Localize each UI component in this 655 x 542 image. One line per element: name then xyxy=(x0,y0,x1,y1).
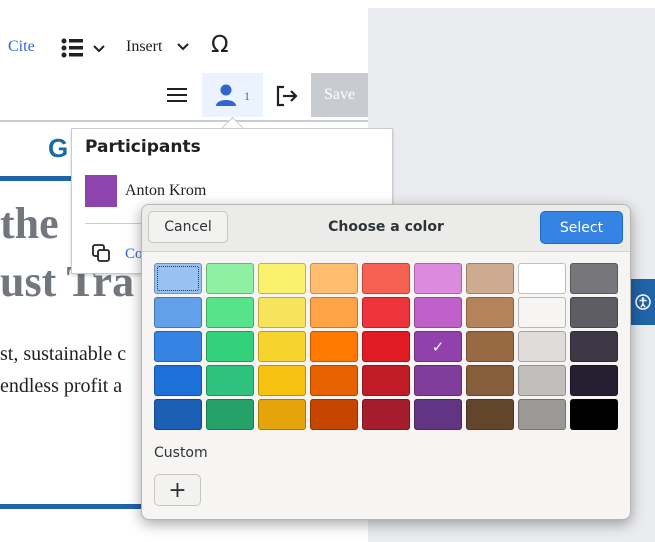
color-swatch[interactable] xyxy=(258,331,306,362)
accessibility-icon xyxy=(635,294,651,310)
select-button[interactable]: Select xyxy=(540,211,623,244)
color-swatch[interactable] xyxy=(362,365,410,396)
color-swatch[interactable] xyxy=(258,263,306,294)
color-swatch[interactable] xyxy=(518,399,566,430)
color-swatch[interactable] xyxy=(154,297,202,328)
exit-editor-icon[interactable] xyxy=(275,84,299,108)
color-swatch[interactable] xyxy=(310,297,358,328)
custom-colors-label: Custom xyxy=(154,445,208,461)
bulleted-list-icon xyxy=(61,38,105,58)
add-custom-color-button[interactable]: + xyxy=(154,474,201,506)
color-swatch[interactable] xyxy=(258,399,306,430)
color-swatch[interactable] xyxy=(310,263,358,294)
color-swatch[interactable] xyxy=(466,365,514,396)
toolbar-divider xyxy=(0,120,368,122)
article-accent-bar-bottom xyxy=(0,504,160,509)
color-swatch[interactable] xyxy=(570,297,618,328)
accessibility-button[interactable] xyxy=(631,279,655,325)
participant-name: Anton Krom xyxy=(125,182,207,199)
color-swatch[interactable] xyxy=(206,263,254,294)
color-swatch[interactable] xyxy=(466,399,514,430)
color-swatch[interactable] xyxy=(310,399,358,430)
color-swatch[interactable] xyxy=(258,297,306,328)
color-chooser-dialog: Cancel Choose a color Select ✓ Custom + xyxy=(141,204,631,520)
color-swatch[interactable] xyxy=(154,331,202,362)
insert-menu-button[interactable]: Insert xyxy=(126,38,162,56)
article-paragraph-line-2: endless profit a xyxy=(0,375,123,397)
color-swatch[interactable] xyxy=(570,331,618,362)
color-swatch[interactable] xyxy=(570,399,618,430)
site-logo-letter: G xyxy=(48,133,69,163)
chevron-down-icon xyxy=(177,43,189,51)
special-character-button[interactable]: Ω xyxy=(211,32,229,58)
color-swatch[interactable] xyxy=(414,263,462,294)
color-swatch[interactable] xyxy=(258,365,306,396)
article-heading-line-1: the xyxy=(0,199,59,248)
color-swatch[interactable] xyxy=(466,297,514,328)
cite-button[interactable]: Cite xyxy=(8,38,35,56)
participant-color-swatch[interactable] xyxy=(85,175,117,207)
color-swatch[interactable] xyxy=(206,297,254,328)
hamburger-menu-icon[interactable] xyxy=(165,85,189,105)
copy-icon[interactable] xyxy=(91,243,111,263)
color-swatch[interactable] xyxy=(518,331,566,362)
color-swatch[interactable] xyxy=(414,297,462,328)
color-swatch[interactable] xyxy=(518,365,566,396)
color-swatch[interactable] xyxy=(362,263,410,294)
color-swatch[interactable] xyxy=(466,263,514,294)
color-swatch[interactable] xyxy=(154,399,202,430)
color-swatch[interactable] xyxy=(362,399,410,430)
user-icon xyxy=(216,84,236,106)
color-swatch[interactable] xyxy=(206,399,254,430)
participants-title: Participants xyxy=(85,137,201,157)
color-swatch[interactable] xyxy=(518,263,566,294)
color-swatch[interactable] xyxy=(466,331,514,362)
color-swatch[interactable] xyxy=(414,399,462,430)
color-swatch[interactable] xyxy=(570,365,618,396)
color-swatch[interactable] xyxy=(154,365,202,396)
color-swatch[interactable] xyxy=(206,365,254,396)
participants-count: 1 xyxy=(244,89,250,103)
color-swatch[interactable] xyxy=(310,365,358,396)
color-swatch[interactable] xyxy=(414,365,462,396)
color-swatch[interactable] xyxy=(570,263,618,294)
copy-link-label[interactable]: Co xyxy=(125,246,143,263)
color-swatch[interactable]: ✓ xyxy=(414,331,462,362)
color-swatch[interactable] xyxy=(154,263,202,294)
color-swatch-grid: ✓ xyxy=(154,263,618,430)
list-menu-button[interactable] xyxy=(60,36,110,60)
save-button[interactable]: Save xyxy=(311,73,368,117)
article-paragraph-line-1: st, sustainable c xyxy=(0,343,127,365)
color-swatch[interactable] xyxy=(518,297,566,328)
color-swatch[interactable] xyxy=(310,331,358,362)
checkmark-icon: ✓ xyxy=(431,337,445,356)
participants-button[interactable] xyxy=(202,73,263,117)
color-swatch[interactable] xyxy=(362,297,410,328)
color-swatch[interactable] xyxy=(206,331,254,362)
color-swatch[interactable] xyxy=(362,331,410,362)
